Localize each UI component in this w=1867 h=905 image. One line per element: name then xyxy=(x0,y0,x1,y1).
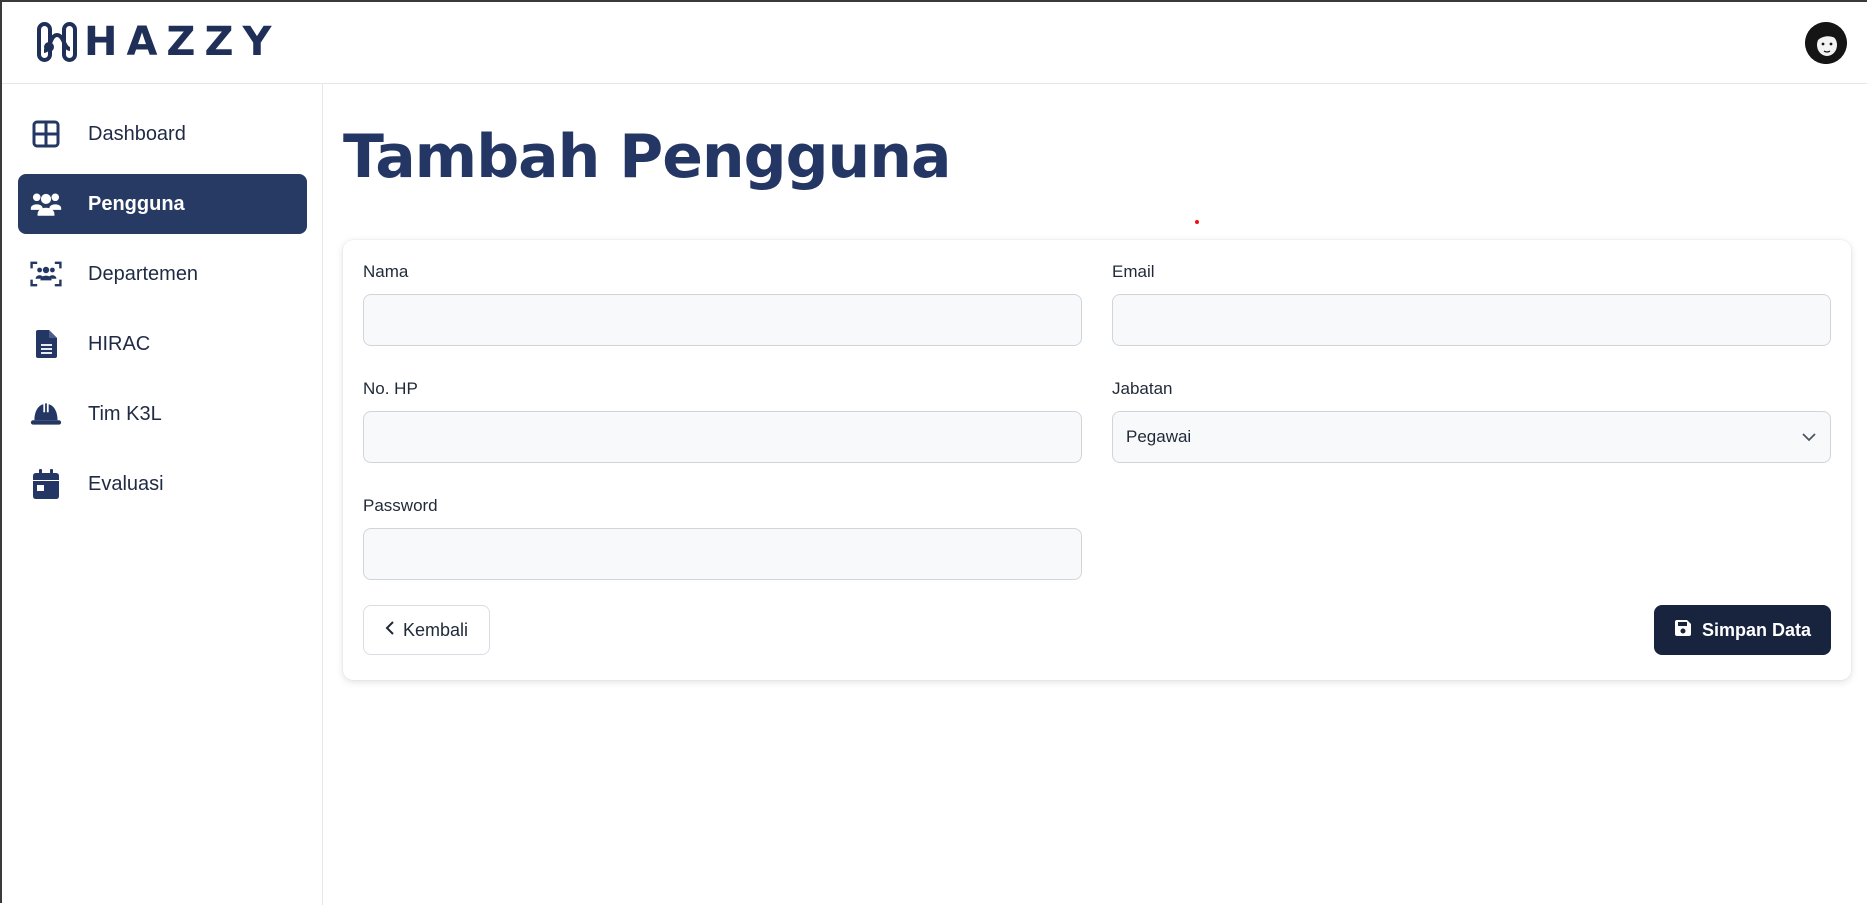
password-label: Password xyxy=(363,496,438,515)
chevron-down-icon xyxy=(1801,427,1817,447)
nama-input[interactable] xyxy=(363,294,1082,346)
dashboard-grid-icon xyxy=(30,118,62,150)
document-icon xyxy=(30,328,62,360)
sidebar-item-departemen[interactable]: Departemen xyxy=(18,244,307,304)
nama-label: Nama xyxy=(363,262,409,281)
sidebar-item-hirac[interactable]: HIRAC xyxy=(18,314,307,374)
no-hp-input[interactable] xyxy=(363,411,1082,463)
jabatan-select[interactable]: Pegawai xyxy=(1112,411,1831,463)
sidebar-item-tim-k3l[interactable]: Tim K3L xyxy=(18,384,307,444)
users-icon xyxy=(30,188,62,220)
back-button-label: Kembali xyxy=(402,619,469,640)
email-input[interactable] xyxy=(1112,294,1831,346)
sidebar: Dashboard Pengguna Departemen HIRAC Tim … xyxy=(2,84,323,905)
sidebar-item-evaluasi[interactable]: Evaluasi xyxy=(18,454,307,514)
sidebar-item-pengguna[interactable]: Pengguna xyxy=(18,174,307,234)
chevron-left-icon xyxy=(385,620,395,641)
brand-name: HAZZY xyxy=(84,19,281,65)
jabatan-selected-value: Pegawai xyxy=(1126,427,1192,446)
jabatan-label: Jabatan xyxy=(1112,379,1173,398)
email-label: Email xyxy=(1112,262,1155,281)
sidebar-item-label: Evaluasi xyxy=(88,472,164,495)
hazzy-logo-icon xyxy=(37,22,77,62)
sidebar-item-label: Departemen xyxy=(88,262,199,285)
sidebar-item-label: Pengguna xyxy=(88,192,185,215)
app-window: HAZZY Dashboard Pengguna Departemen HIRA… xyxy=(0,0,1867,905)
sidebar-item-label: Tim K3L xyxy=(88,402,162,425)
department-group-icon xyxy=(30,258,62,290)
floppy-disk-icon xyxy=(1674,619,1692,642)
cursor-dot xyxy=(1195,220,1199,224)
save-button-label: Simpan Data xyxy=(1701,619,1812,640)
add-user-form-card: Nama Email No. HP Jabatan Pegawai Passwo… xyxy=(343,240,1851,680)
calendar-icon xyxy=(30,468,62,500)
no-hp-label: No. HP xyxy=(363,379,418,398)
sidebar-item-label: Dashboard xyxy=(88,122,186,145)
password-input[interactable] xyxy=(363,528,1082,580)
page-title: Tambah Pengguna xyxy=(343,122,951,192)
sidebar-item-label: HIRAC xyxy=(88,332,151,355)
avatar-icon xyxy=(1805,22,1847,64)
user-avatar[interactable] xyxy=(1805,22,1847,64)
save-button[interactable]: Simpan Data xyxy=(1654,605,1831,655)
top-header: HAZZY xyxy=(2,2,1867,84)
hard-hat-icon xyxy=(30,398,62,430)
back-button[interactable]: Kembali xyxy=(363,605,490,655)
sidebar-item-dashboard[interactable]: Dashboard xyxy=(18,104,307,164)
brand-logo[interactable]: HAZZY xyxy=(36,19,281,65)
